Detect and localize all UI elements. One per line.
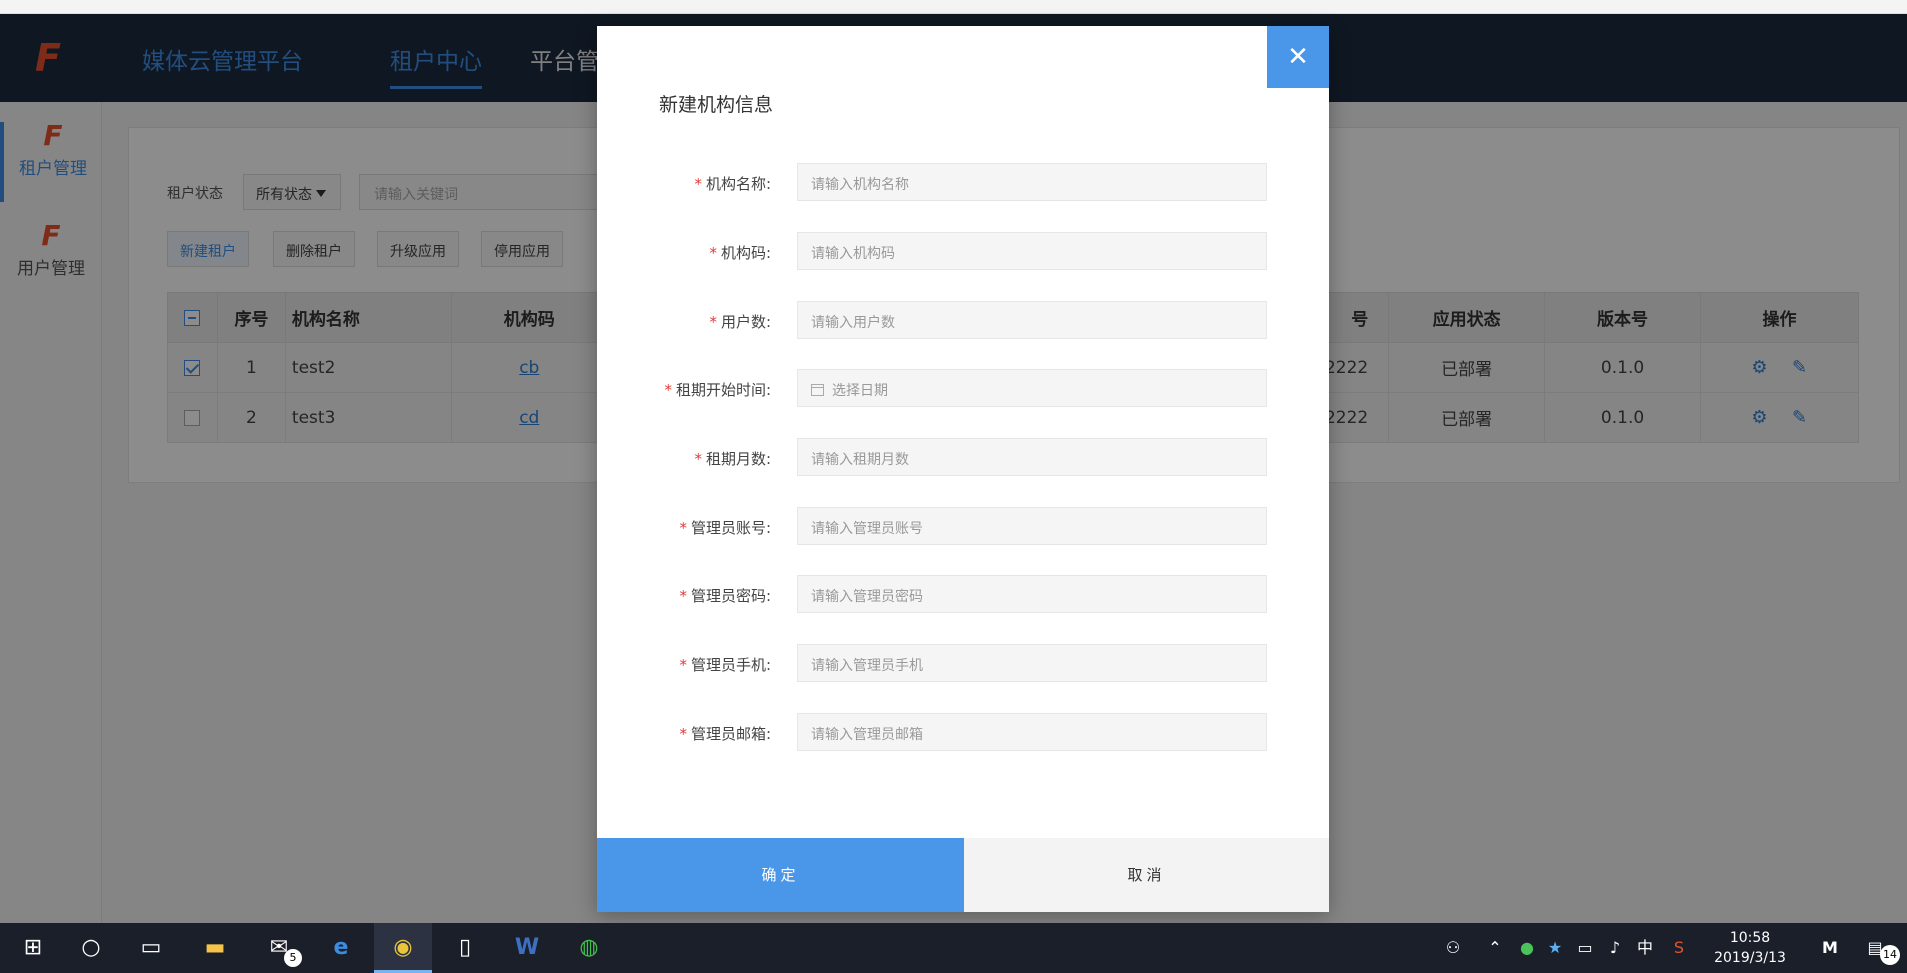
required-mark: * [679, 725, 687, 743]
form-row-admin-email: * 管理员邮箱: 请输入管理员邮箱 [597, 713, 1329, 751]
modal-title: 新建机构信息 [659, 94, 774, 116]
date-placeholder: 选择日期 [832, 383, 888, 399]
browser-strip [0, 0, 1907, 14]
form-row-org-name: * 机构名称: 请输入机构名称 [597, 163, 1329, 201]
field-label: * 管理员邮箱: [679, 725, 771, 743]
required-mark: * [679, 519, 687, 537]
calendar-icon [811, 384, 824, 396]
form-row-lease-start: * 租期开始时间: 选择日期 [597, 369, 1329, 407]
field-label: * 管理员密码: [679, 587, 771, 605]
modal-footer: 确定 取消 [597, 838, 1329, 912]
windows-start-icon[interactable]: ⊞ [4, 923, 62, 973]
field-label: * 租期开始时间: [664, 381, 771, 399]
form-row-admin-password: * 管理员密码: 请输入管理员密码 [597, 575, 1329, 613]
field-label: * 管理员手机: [679, 656, 771, 674]
clock-date: 2019/3/13 [1714, 950, 1786, 966]
word-icon[interactable]: W [498, 923, 556, 973]
chrome-icon[interactable]: ◉ [374, 923, 432, 973]
sogou-icon[interactable]: S [1664, 923, 1694, 973]
required-mark: * [694, 175, 702, 193]
app-m-icon[interactable]: M [1810, 923, 1850, 973]
required-mark: * [679, 587, 687, 605]
edge-icon[interactable]: e [312, 923, 370, 973]
confirm-button[interactable]: 确定 [597, 838, 964, 912]
field-label: * 用户数: [709, 313, 771, 331]
required-mark: * [694, 450, 702, 468]
wechat-tray-icon[interactable]: ● [1512, 923, 1542, 973]
form-row-org-code: * 机构码: 请输入机构码 [597, 232, 1329, 270]
required-mark: * [709, 244, 717, 262]
ime-indicator[interactable]: 中 [1630, 923, 1660, 973]
wechat-icon[interactable]: ◍ [560, 923, 618, 973]
field-label: * 管理员账号: [679, 519, 771, 537]
admin-phone-input[interactable]: 请输入管理员手机 [797, 644, 1267, 682]
required-mark: * [709, 313, 717, 331]
app-tray-icon[interactable]: ★ [1540, 923, 1570, 973]
new-org-modal: ✕ 新建机构信息 * 机构名称: 请输入机构名称 * 机构码: 请输入机构码 * 用户… [597, 26, 1329, 912]
people-icon[interactable]: ⚇ [1438, 923, 1468, 973]
admin-email-input[interactable]: 请输入管理员邮箱 [797, 713, 1267, 751]
required-mark: * [664, 381, 672, 399]
close-icon[interactable]: ✕ [1267, 26, 1329, 88]
lease-months-input[interactable]: 请输入租期月数 [797, 438, 1267, 476]
form-row-lease-months: * 租期月数: 请输入租期月数 [597, 438, 1329, 476]
mail-icon[interactable]: ✉ 5 [250, 923, 308, 973]
volume-icon[interactable]: ♪ [1600, 923, 1630, 973]
chevron-up-icon[interactable]: ⌃ [1480, 923, 1510, 973]
lease-start-date-picker[interactable]: 选择日期 [797, 369, 1267, 407]
cortana-icon[interactable]: ○ [62, 923, 120, 973]
field-label: * 机构码: [709, 244, 771, 262]
field-label: * 租期月数: [694, 450, 771, 468]
mail-badge: 5 [284, 949, 302, 967]
battery-icon[interactable]: ▭ [1570, 923, 1600, 973]
form-row-admin-phone: * 管理员手机: 请输入管理员手机 [597, 644, 1329, 682]
user-count-input[interactable]: 请输入用户数 [797, 301, 1267, 339]
clock-time: 10:58 [1729, 930, 1771, 946]
org-code-input[interactable]: 请输入机构码 [797, 232, 1267, 270]
form-row-admin-account: * 管理员账号: 请输入管理员账号 [597, 507, 1329, 545]
task-view-icon[interactable]: ▭ [122, 923, 180, 973]
field-label: * 机构名称: [694, 175, 771, 193]
org-name-input[interactable]: 请输入机构名称 [797, 163, 1267, 201]
document-icon[interactable]: ▯ [436, 923, 494, 973]
form-row-user-count: * 用户数: 请输入用户数 [597, 301, 1329, 339]
required-mark: * [679, 656, 687, 674]
cancel-button[interactable]: 取消 [964, 838, 1329, 912]
admin-password-input[interactable]: 请输入管理员密码 [797, 575, 1267, 613]
windows-taskbar: ⊞ ○ ▭ ▬ ✉ 5 e ◉ ▯ W ◍ ⚇ ⌃ ● ★ ▭ ♪ 中 S 10:… [0, 923, 1907, 973]
file-explorer-icon[interactable]: ▬ [186, 923, 244, 973]
admin-account-input[interactable]: 请输入管理员账号 [797, 507, 1267, 545]
clock[interactable]: 10:58 2019/3/13 [1705, 928, 1795, 968]
notification-badge: 14 [1880, 945, 1900, 965]
